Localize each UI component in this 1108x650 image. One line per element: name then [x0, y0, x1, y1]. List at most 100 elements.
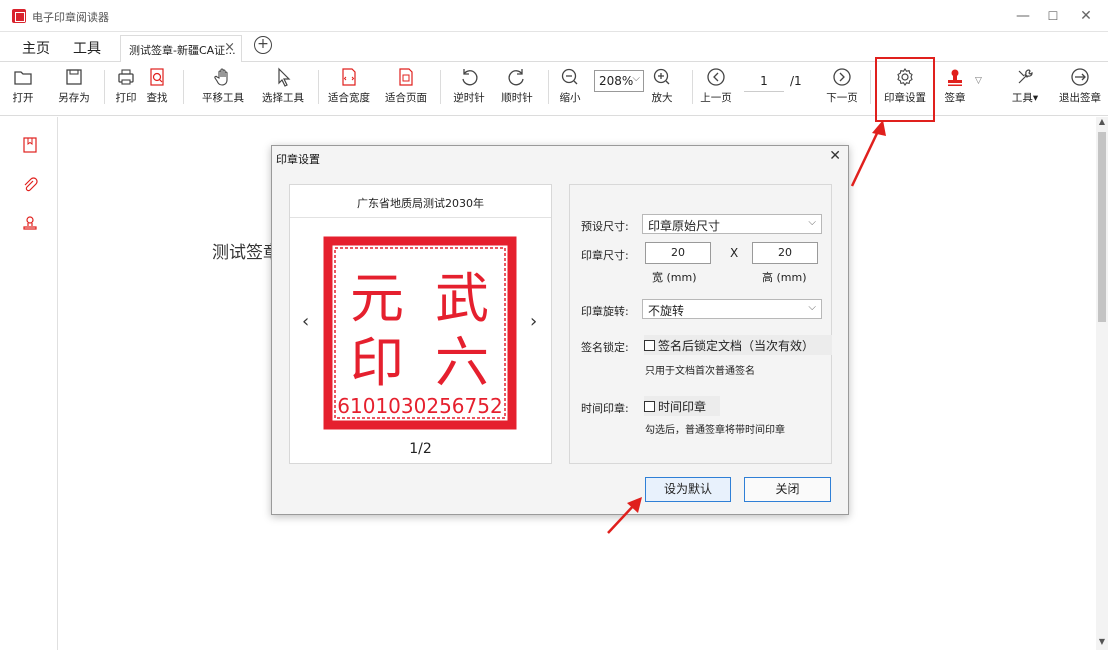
checkbox-icon [644, 401, 655, 412]
close-window-button[interactable]: ✕ [1075, 6, 1097, 26]
fit-width-icon [342, 68, 356, 86]
minimize-button[interactable]: — [1012, 6, 1034, 26]
toolbar-divider [318, 70, 319, 104]
find-button[interactable]: 查找 [143, 66, 171, 105]
toolbar-divider [870, 70, 871, 104]
time-seal-checkbox-label: 时间印章 [658, 400, 707, 414]
tab-close-icon[interactable]: × [224, 40, 235, 55]
zoom-out-icon [561, 68, 578, 85]
sign-label: 签章 [944, 92, 966, 104]
seal-size-label: 印章尺寸: [581, 249, 629, 262]
find-icon [150, 68, 164, 86]
rotation-value: 不旋转 [648, 304, 685, 318]
seal-width-input[interactable]: 20 [645, 242, 711, 264]
fit-width-button[interactable]: 适合宽度 [326, 66, 372, 105]
preset-size-value: 印章原始尺寸 [648, 219, 721, 233]
tools-menu-label: 工具▾ [1011, 92, 1039, 104]
sign-dropdown-icon[interactable]: ▽ [975, 76, 982, 86]
prev-page-button[interactable]: 上一页 [698, 66, 734, 105]
tab-document[interactable]: 测试签章-新疆CA证... × [120, 35, 242, 62]
seal-number: 6101030256752 [337, 394, 502, 418]
toolbar-divider [692, 70, 693, 104]
print-button[interactable]: 打印 [112, 66, 140, 105]
new-tab-button[interactable]: + [254, 36, 272, 54]
zoom-select[interactable]: 208% ⌵ [594, 70, 644, 92]
pan-tool-button[interactable]: 平移工具 [198, 66, 248, 105]
toolbar-divider [548, 70, 549, 104]
scroll-down-icon[interactable]: ▼ [1096, 637, 1108, 649]
attachment-icon[interactable] [22, 177, 38, 193]
seal-preview-title: 广东省地质局测试2030年 [357, 197, 484, 210]
vertical-scrollbar[interactable]: ▲ ▼ [1096, 117, 1108, 650]
seal-settings-panel: 预设尺寸: 印章原始尺寸 ⌵ 印章尺寸: 20 X 20 宽 (mm) 高 (m… [569, 184, 832, 464]
dialog-close-button[interactable]: 关闭 [744, 477, 831, 502]
time-seal-label: 时间印章: [581, 402, 629, 415]
open-label: 打开 [12, 92, 34, 104]
prev-seal-button[interactable]: ‹ [302, 311, 309, 332]
highlight-box [875, 57, 935, 122]
fit-page-icon [399, 68, 413, 86]
wrench-icon [1018, 69, 1033, 84]
find-label: 查找 [146, 92, 168, 104]
cursor-icon [278, 67, 291, 87]
fit-width-label: 适合宽度 [328, 92, 370, 104]
toolbar-divider [104, 70, 105, 104]
exit-sign-button[interactable]: 退出签章 [1056, 66, 1104, 105]
zoom-in-button[interactable]: 放大 [648, 66, 676, 105]
open-button[interactable]: 打开 [8, 66, 38, 105]
sign-button[interactable]: 签章 [940, 66, 970, 105]
tab-tools[interactable]: 工具 [73, 38, 101, 58]
seal-char-4: 六 [435, 331, 489, 394]
exit-icon [1071, 68, 1089, 86]
next-page-button[interactable]: 下一页 [823, 66, 861, 105]
save-as-button[interactable]: 另存为 [55, 66, 93, 105]
size-separator: X [730, 246, 739, 260]
rotate-cw-label: 顺时针 [501, 92, 533, 104]
bookmark-icon[interactable] [22, 137, 38, 153]
seal-page-indicator: 1/2 [409, 441, 432, 457]
fit-page-button[interactable]: 适合页面 [383, 66, 429, 105]
chevron-down-icon: ⌵ [632, 73, 640, 84]
seal-height-input[interactable]: 20 [752, 242, 818, 264]
left-side-panel [0, 117, 58, 650]
preset-size-select[interactable]: 印章原始尺寸 ⌵ [642, 214, 822, 234]
rotate-cw-button[interactable]: 顺时针 [498, 66, 536, 105]
rotate-ccw-button[interactable]: 逆时针 [450, 66, 488, 105]
tab-home[interactable]: 主页 [22, 38, 50, 58]
next-page-label: 下一页 [826, 92, 858, 104]
maximize-button[interactable]: ☐ [1042, 6, 1064, 26]
zoom-out-label: 缩小 [559, 92, 581, 104]
save-icon [66, 69, 82, 85]
next-seal-button[interactable]: › [530, 311, 537, 332]
tab-bar: 主页 工具 测试签章-新疆CA证... × + [0, 32, 1108, 62]
seal-preview-panel: 广东省地质局测试2030年 ‹ › 元 武 印 六 6101030256752 … [289, 184, 552, 464]
chevron-left-circle-icon [707, 68, 725, 86]
seal-list-icon[interactable] [22, 215, 38, 231]
rotate-ccw-icon [462, 69, 478, 86]
chevron-down-icon: ⌵ [808, 302, 816, 313]
rotation-select[interactable]: 不旋转 ⌵ [642, 299, 822, 319]
seal-char-1: 元 [350, 267, 404, 330]
toolbar-divider [440, 70, 441, 104]
preview-divider [290, 217, 551, 218]
title-bar: 电子印章阅读器 — ☐ ✕ [0, 0, 1108, 32]
tools-menu-button[interactable]: 工具▾ [1008, 66, 1042, 105]
hand-icon [214, 68, 228, 86]
page-number-input[interactable]: 1 [744, 74, 784, 92]
print-label: 打印 [115, 92, 137, 104]
select-tool-button[interactable]: 选择工具 [258, 66, 308, 105]
select-tool-label: 选择工具 [262, 92, 304, 104]
tab-document-label: 测试签章-新疆CA证... [129, 44, 236, 57]
app-logo-icon [12, 9, 26, 23]
sign-lock-checkbox[interactable]: 签名后锁定文档（当次有效） [644, 335, 832, 355]
zoom-out-button[interactable]: 缩小 [556, 66, 584, 105]
scroll-thumb[interactable] [1098, 132, 1106, 322]
folder-icon [14, 71, 32, 85]
set-default-button[interactable]: 设为默认 [645, 477, 731, 502]
rotation-label: 印章旋转: [581, 305, 629, 318]
dialog-close-icon[interactable]: ✕ [829, 148, 841, 164]
scroll-up-icon[interactable]: ▲ [1096, 117, 1108, 129]
time-seal-checkbox[interactable]: 时间印章 [644, 396, 720, 416]
chevron-down-icon: ⌵ [808, 217, 816, 228]
zoom-in-icon [653, 68, 670, 85]
